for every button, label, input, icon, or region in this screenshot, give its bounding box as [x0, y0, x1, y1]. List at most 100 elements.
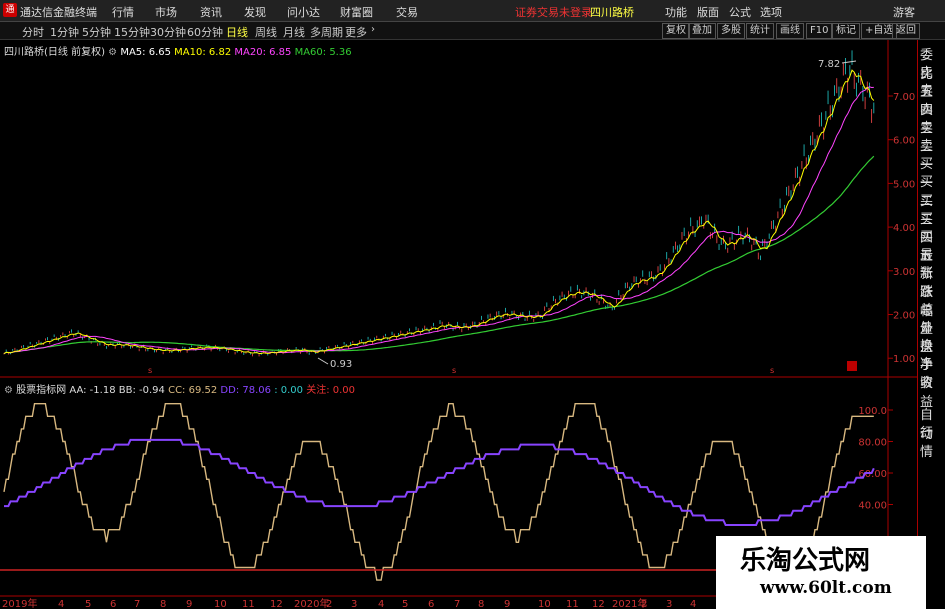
watermark-url: www.60lt.com [760, 578, 892, 598]
time-tick-label: 11 [566, 599, 579, 609]
settings-gear-icon[interactable]: ⚙ [108, 47, 117, 58]
time-tick-label: 5 [402, 599, 408, 609]
time-tick-label: 6 [428, 599, 434, 609]
price-tick-label: 1.00 [893, 354, 915, 365]
period-multi[interactable]: 多周期 [310, 24, 343, 40]
time-tick-label: 2020年 [294, 597, 329, 609]
time-tick-label: 9 [186, 599, 192, 609]
app-name: 通达信金融终端 [20, 6, 97, 19]
btn-duogu[interactable]: 多股 [717, 23, 745, 39]
time-tick-label: 2019年 [2, 597, 37, 609]
menu-gongneng[interactable]: 功能 [665, 4, 687, 20]
time-tick-label: 4 [690, 599, 696, 609]
price-tick-label: 3.00 [893, 267, 915, 278]
menu-hangqing[interactable]: 行情 [112, 4, 134, 20]
period-30min[interactable]: 30分钟 [150, 24, 186, 40]
candlestick-series [3, 50, 875, 357]
event-marker-icon[interactable] [847, 361, 857, 371]
btn-fanhui[interactable]: 返回 [892, 23, 920, 39]
indicator-aa: AA: -1.18 [69, 385, 116, 396]
time-tick-label: 3 [351, 599, 357, 609]
chart-canvas[interactable]: 7.00 6.00 5.00 4.00 3.00 2.00 1.00 100.0 80.00 6… [0, 40, 917, 609]
time-tick-label: 9 [504, 599, 510, 609]
period-5min[interactable]: 5分钟 [82, 24, 111, 40]
guest-label[interactable]: 游客 [893, 4, 915, 20]
menu-banmian[interactable]: 版面 [697, 4, 719, 20]
time-tick-label: 4 [378, 599, 384, 609]
time-tick-label: 7 [134, 599, 140, 609]
btn-tongji[interactable]: 统计 [746, 23, 774, 39]
period-monthly[interactable]: 月线 [283, 24, 305, 40]
time-axis: 2019年 4 5 6 7 8 9 10 11 12 2020年2 3 4 5 6 7 8 9 10 11 12 2021… [2, 597, 722, 609]
login-notice[interactable]: 证券交易未登录 [515, 4, 592, 20]
time-tick-label: 10 [214, 599, 227, 609]
price-axis: 7.00 6.00 5.00 4.00 3.00 2.00 1.00 [888, 92, 915, 365]
period-weekly[interactable]: 周线 [255, 24, 277, 40]
price-tick-label: 2.00 [893, 311, 915, 322]
time-tick-label: 2 [641, 599, 647, 609]
ma60-line [3, 155, 875, 355]
period-daily[interactable]: 日线 [226, 24, 248, 40]
time-tick-label: 3 [666, 599, 672, 609]
time-tick-label: 2 [326, 599, 332, 609]
indicator-cc: CC: 69.52 [168, 385, 218, 396]
btn-huaxian[interactable]: 画线 [776, 23, 804, 39]
period-fenshi[interactable]: 分时 [22, 24, 44, 40]
ma20-value: MA20: 6.85 [234, 47, 292, 58]
menu-xuanxiang[interactable]: 选项 [760, 4, 782, 20]
more-chevron-icon[interactable]: › [371, 24, 375, 35]
period-15min[interactable]: 15分钟 [114, 24, 150, 40]
menu-shichang[interactable]: 市场 [155, 4, 177, 20]
time-tick-label: 6 [110, 599, 116, 609]
high-price-label: 7.82 [818, 59, 840, 70]
dividend-marker-icon[interactable]: s [452, 366, 456, 375]
period-1min[interactable]: 1分钟 [50, 24, 79, 40]
time-tick-label: 8 [160, 599, 166, 609]
menu-jiaoyi[interactable]: 交易 [396, 4, 418, 20]
time-tick-label: 8 [478, 599, 484, 609]
time-tick-label: 5 [85, 599, 91, 609]
time-tick-label: 12 [270, 599, 283, 609]
menu-gongshi[interactable]: 公式 [729, 4, 751, 20]
menu-faxian[interactable]: 发现 [244, 4, 266, 20]
btn-diejia[interactable]: 叠加 [688, 23, 716, 39]
dividend-marker-icon[interactable]: s [148, 366, 152, 375]
period-more[interactable]: 更多 [345, 24, 367, 40]
time-tick-label: 4 [58, 599, 64, 609]
right-panel-item[interactable]: 行情 [920, 422, 945, 460]
ma5-line [3, 69, 875, 355]
time-tick-label: 7 [454, 599, 460, 609]
indicator-gear-icon[interactable]: ⚙ [4, 385, 13, 396]
ma5-value: MA5: 6.65 [120, 47, 171, 58]
indicator-bb: BB: -0.94 [118, 385, 165, 396]
menu-zixun[interactable]: 资讯 [200, 4, 222, 20]
indicator-gz: 关注: 0.00 [306, 385, 356, 396]
indicator-dd-line [4, 438, 875, 526]
ma10-value: MA10: 6.82 [174, 47, 232, 58]
time-tick-label: 10 [538, 599, 551, 609]
ma20-line [3, 86, 874, 355]
menu-caifuquan[interactable]: 财富圈 [340, 4, 373, 20]
dividend-marker-icon[interactable]: s [770, 366, 774, 375]
stock-legend-label: 四川路桥(日线 前复权) [4, 47, 105, 58]
price-tick-label: 6.00 [893, 136, 915, 147]
period-60min[interactable]: 60分钟 [187, 24, 223, 40]
btn-fuquan[interactable]: 复权 [662, 23, 690, 39]
time-tick-label: 11 [242, 599, 255, 609]
low-price-label: 0.93 [330, 359, 352, 370]
app-logo-icon: 通 [3, 3, 17, 17]
high-pointer [841, 60, 857, 64]
btn-biaoji[interactable]: 标记 [832, 23, 860, 39]
price-tick-label: 4.00 [893, 223, 915, 234]
time-tick-label: 12 [592, 599, 605, 609]
indicator-dd: DD: 78.06 [220, 385, 271, 396]
indicator-name: 股票指标网 [16, 385, 67, 396]
price-tick-label: 7.00 [893, 92, 915, 103]
menu-wenxiaoda[interactable]: 问小达 [287, 4, 320, 20]
watermark-title: 乐淘公式网 [740, 546, 871, 576]
indicator-ee: : 0.00 [274, 385, 304, 396]
btn-f10[interactable]: F10 [806, 23, 833, 39]
title-bar [0, 0, 945, 22]
low-pointer [317, 357, 329, 365]
indicator-tick-label: 80.00 [858, 438, 887, 449]
